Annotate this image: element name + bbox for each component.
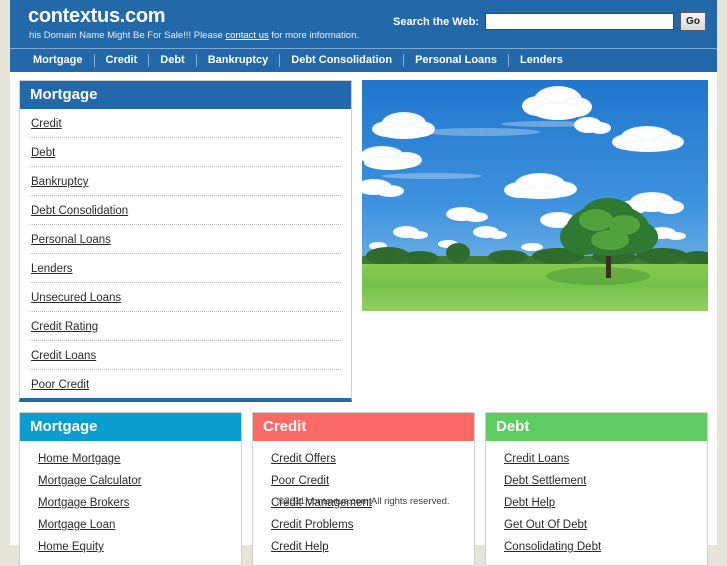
list-item: Credit Problems: [253, 513, 474, 535]
sidebar-link-credit-rating[interactable]: Credit Rating: [31, 321, 98, 333]
box-link-credit-offers[interactable]: Credit Offers: [271, 453, 336, 465]
list-item: Credit Loans: [30, 341, 341, 370]
site-header: contextus.com his Domain Name Might Be F…: [10, 0, 717, 49]
footer-copyright: ©2011 contextus.com All rights reserved.: [277, 496, 450, 507]
nav-item-personal-loans[interactable]: Personal Loans: [404, 49, 508, 72]
sidebar-link-credit[interactable]: Credit: [31, 118, 62, 130]
box-link-consolidating-debt[interactable]: Consolidating Debt: [504, 541, 601, 553]
nav-item-credit[interactable]: Credit: [95, 49, 149, 72]
site-brand: contextus.com: [28, 5, 166, 27]
box-link-poor-credit[interactable]: Poor Credit: [271, 475, 329, 487]
box-link-home-mortgage[interactable]: Home Mortgage: [38, 453, 120, 465]
list-item: Unsecured Loans: [30, 283, 341, 312]
landscape-illustration: [362, 80, 708, 311]
hero-image: [362, 80, 708, 311]
sidebar-link-bankruptcy[interactable]: Bankruptcy: [31, 176, 89, 188]
sidebar-link-debt-consolidation[interactable]: Debt Consolidation: [31, 205, 128, 217]
list-item: Personal Loans: [30, 225, 341, 254]
page-root: contextus.com his Domain Name Might Be F…: [0, 0, 727, 566]
list-item: Poor Credit: [253, 469, 474, 491]
list-item: Credit Rating: [30, 312, 341, 341]
nav-item-mortgage[interactable]: Mortgage: [22, 49, 94, 72]
category-box-debt: Debt Credit Loans Debt Settlement Debt H…: [485, 412, 708, 566]
search-input[interactable]: [485, 13, 674, 30]
main-content: Mortgage Credit Debt Bankruptcy Debt Con…: [10, 72, 717, 402]
category-box-credit-title: Credit: [253, 413, 474, 441]
box-link-credit-loans[interactable]: Credit Loans: [504, 453, 569, 465]
list-item: Mortgage Calculator: [20, 469, 241, 491]
nav-item-bankruptcy[interactable]: Bankruptcy: [197, 49, 280, 72]
list-item: Poor Credit: [30, 370, 341, 398]
sidebar-link-debt[interactable]: Debt: [31, 147, 55, 159]
list-item: Credit Offers: [253, 447, 474, 469]
domain-sale-notice: his Domain Name Might Be For Sale!!! Ple…: [29, 30, 359, 41]
list-item: Home Equity: [20, 535, 241, 557]
category-box-credit: Credit Credit Offers Poor Credit Credit …: [252, 412, 475, 566]
list-item: Lenders: [30, 254, 341, 283]
sidebar-link-credit-loans[interactable]: Credit Loans: [31, 350, 96, 362]
search-label: Search the Web:: [393, 15, 479, 28]
sidebar-panel: Mortgage Credit Debt Bankruptcy Debt Con…: [19, 80, 352, 402]
nav-item-debt[interactable]: Debt: [149, 49, 195, 72]
box-link-credit-problems[interactable]: Credit Problems: [271, 519, 353, 531]
sidebar-link-unsecured-loans[interactable]: Unsecured Loans: [31, 292, 121, 304]
list-item: Debt Consolidation: [30, 196, 341, 225]
nav-item-lenders[interactable]: Lenders: [509, 49, 574, 72]
sidebar-link-poor-credit[interactable]: Poor Credit: [31, 379, 89, 391]
list-item: Get Out Of Debt: [486, 513, 707, 535]
list-item: Credit Help: [253, 535, 474, 557]
category-box-mortgage: Mortgage Home Mortgage Mortgage Calculat…: [19, 412, 242, 566]
sidebar-link-lenders[interactable]: Lenders: [31, 263, 73, 275]
box-link-get-out-of-debt[interactable]: Get Out Of Debt: [504, 519, 587, 531]
box-link-mortgage-calculator[interactable]: Mortgage Calculator: [38, 475, 142, 487]
nav-item-debt-consolidation[interactable]: Debt Consolidation: [280, 49, 403, 72]
category-box-mortgage-title: Mortgage: [20, 413, 241, 441]
box-link-credit-help[interactable]: Credit Help: [271, 541, 329, 553]
list-item: Consolidating Debt: [486, 535, 707, 557]
main-navigation: Mortgage Credit Debt Bankruptcy Debt Con…: [10, 49, 717, 72]
category-box-debt-title: Debt: [486, 413, 707, 441]
sidebar-link-list: Credit Debt Bankruptcy Debt Consolidatio…: [20, 109, 351, 398]
sidebar-panel-title: Mortgage: [20, 81, 351, 109]
sidebar-link-personal-loans[interactable]: Personal Loans: [31, 234, 111, 246]
list-item: Debt Settlement: [486, 469, 707, 491]
list-item: Home Mortgage: [20, 447, 241, 469]
list-item: Credit Loans: [486, 447, 707, 469]
domain-sale-notice-text-before: his Domain Name Might Be For Sale!!! Ple…: [29, 30, 226, 41]
category-boxes: Mortgage Home Mortgage Mortgage Calculat…: [10, 402, 717, 566]
list-item: Debt: [30, 138, 341, 167]
domain-sale-notice-text-after: for more information.: [268, 30, 360, 41]
site-container: contextus.com his Domain Name Might Be F…: [10, 0, 717, 566]
list-item: Mortgage Loan: [20, 513, 241, 535]
search-area: Search the Web: Go: [393, 12, 706, 31]
contact-us-link[interactable]: contact us: [225, 30, 268, 41]
search-go-button[interactable]: Go: [680, 12, 706, 31]
box-link-home-equity[interactable]: Home Equity: [38, 541, 104, 553]
list-item: Credit: [30, 109, 341, 138]
box-link-mortgage-loan[interactable]: Mortgage Loan: [38, 519, 115, 531]
box-link-debt-settlement[interactable]: Debt Settlement: [504, 475, 586, 487]
list-item: Bankruptcy: [30, 167, 341, 196]
